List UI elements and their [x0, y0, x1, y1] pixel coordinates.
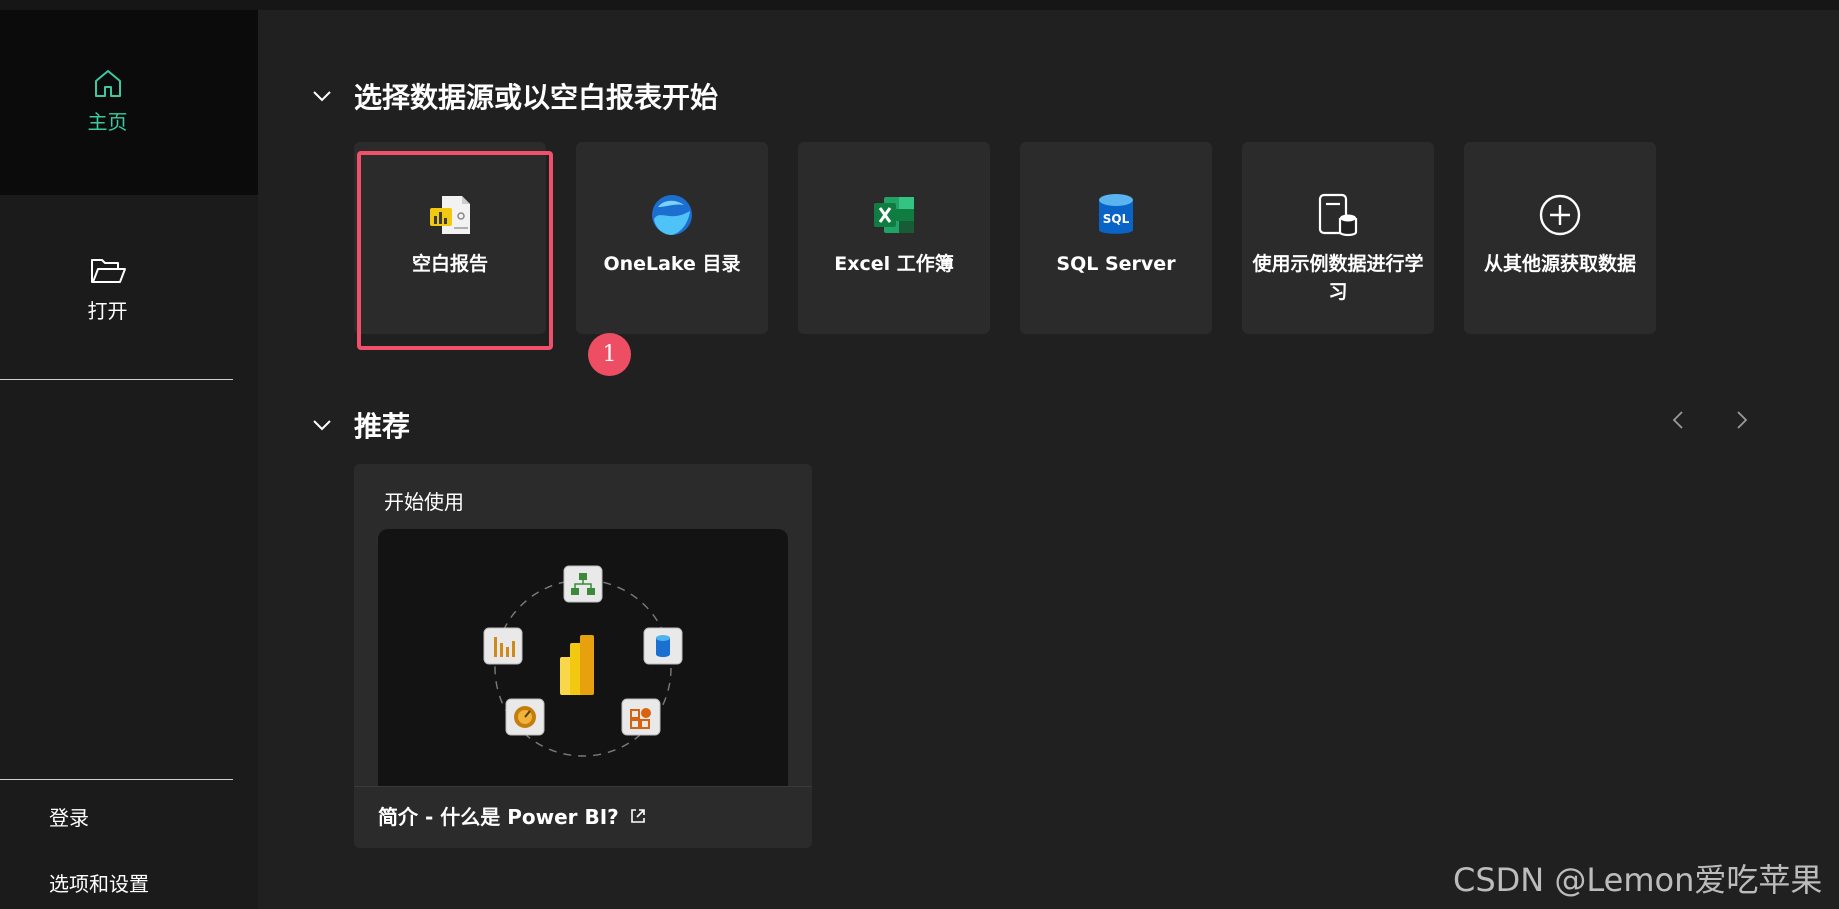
power-bi-logo-icon — [560, 635, 594, 695]
datasource-section-header[interactable]: 选择数据源或以空白报表开始 — [310, 76, 718, 116]
database-icon — [643, 627, 683, 665]
power-bi-illustration — [378, 529, 788, 791]
sidebar-item-home-label: 主页 — [87, 110, 128, 134]
getting-started-card[interactable]: 开始使用 简介 - 什么是 Power BI? — [354, 464, 812, 848]
recommended-section-header[interactable]: 推荐 — [310, 405, 410, 445]
intro-power-bi-link[interactable]: 简介 - 什么是 Power BI? — [378, 801, 647, 830]
excel-card[interactable]: Excel 工作簿 — [798, 142, 990, 334]
card-label: SQL Server — [1056, 253, 1176, 275]
chevron-right-icon[interactable] — [1729, 408, 1753, 432]
sql-server-card[interactable]: SQL SQL Server — [1020, 142, 1212, 334]
svg-text:SQL: SQL — [1103, 212, 1130, 226]
hierarchy-icon — [563, 565, 603, 603]
dashboard-icon — [621, 698, 661, 736]
sidebar-item-open-label: 打开 — [87, 299, 128, 323]
rec-card-footer: 简介 - 什么是 Power BI? — [354, 786, 812, 848]
card-label: 从其他源获取数据 — [1483, 253, 1636, 275]
excel-icon — [871, 192, 917, 238]
sidebar-item-home[interactable]: 主页 — [0, 66, 215, 135]
sidebar: 主页 打开 登录 选项和设置 — [0, 10, 258, 909]
sidebar-item-open[interactable]: 打开 — [0, 255, 215, 324]
other-sources-card[interactable]: 从其他源获取数据 — [1464, 142, 1656, 334]
folder-open-icon — [90, 259, 126, 283]
top-bar — [0, 0, 1839, 10]
plus-circle-icon — [1537, 192, 1583, 238]
chevron-left-icon[interactable] — [1667, 408, 1691, 432]
sample-data-card[interactable]: 使用示例数据进行学习 — [1242, 142, 1434, 334]
intro-link-text: 简介 - 什么是 Power BI? — [378, 805, 619, 829]
signin-link[interactable]: 登录 — [49, 802, 89, 831]
options-settings-link[interactable]: 选项和设置 — [49, 868, 149, 897]
datasource-section-title: 选择数据源或以空白报表开始 — [354, 81, 719, 114]
sidebar-divider — [0, 779, 233, 780]
chevron-down-icon[interactable] — [310, 413, 334, 437]
onelake-icon — [649, 192, 695, 238]
annotation-badge: 1 — [588, 333, 631, 376]
rec-card-title: 开始使用 — [384, 490, 464, 514]
sql-server-icon: SQL — [1093, 192, 1139, 238]
annotation-highlight-box — [357, 151, 553, 350]
gauge-icon — [505, 698, 545, 736]
card-label: Excel 工作簿 — [834, 253, 954, 275]
sample-data-icon — [1315, 192, 1361, 238]
watermark-text: CSDN @Lemon爱吃苹果 — [1453, 861, 1823, 899]
card-label: 使用示例数据进行学习 — [1252, 253, 1424, 303]
sidebar-divider — [0, 379, 233, 380]
bar-chart-icon — [483, 627, 523, 665]
recommended-section-title: 推荐 — [354, 410, 411, 443]
card-label: OneLake 目录 — [603, 253, 741, 275]
external-link-icon — [630, 808, 645, 823]
chevron-down-icon[interactable] — [310, 84, 334, 108]
home-icon — [94, 70, 121, 97]
onelake-card[interactable]: OneLake 目录 — [576, 142, 768, 334]
